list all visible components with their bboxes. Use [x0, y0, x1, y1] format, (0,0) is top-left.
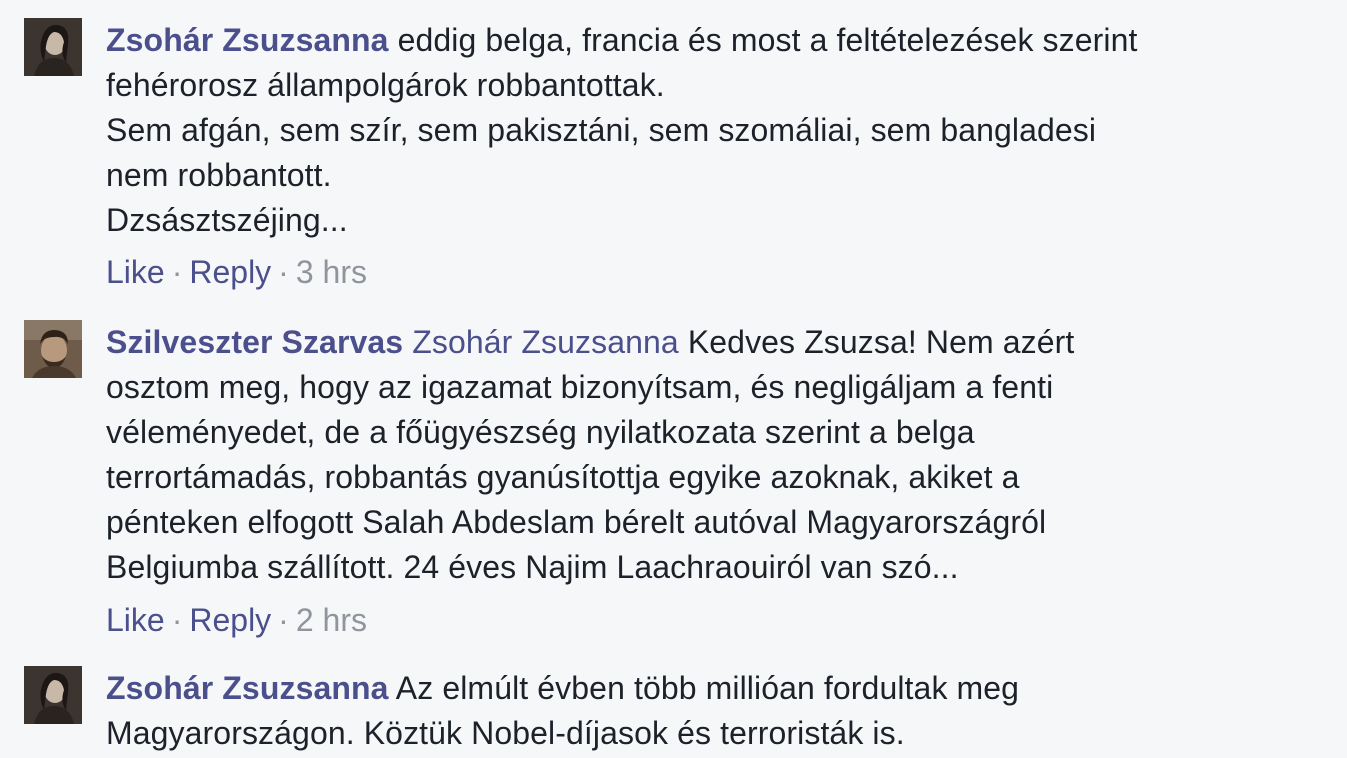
comment-text: Az elmúlt évben több millióan fordultak … — [395, 670, 1020, 706]
comment-body: Zsohár Zsuzsanna eddig belga, francia és… — [106, 18, 1226, 243]
comment-text: terrortámadás, robbantás gyanúsítottja e… — [106, 459, 1020, 495]
comment-text: Kedves Zsuzsa! Nem azért — [687, 324, 1075, 360]
reply-link[interactable]: Reply — [189, 254, 271, 290]
avatar[interactable] — [24, 320, 82, 378]
comment-text: eddig belga, francia és most a feltétele… — [397, 22, 1138, 58]
comment-author[interactable]: Zsohár Zsuzsanna — [106, 22, 389, 58]
avatar[interactable] — [24, 18, 82, 76]
comment-text: véleményedet, de a főügyészség nyilatkoz… — [106, 414, 975, 450]
separator: · — [171, 254, 183, 290]
timestamp[interactable]: 2 hrs — [296, 602, 367, 638]
comment-author[interactable]: Zsohár Zsuzsanna — [106, 670, 389, 706]
comment-text: nem robbantott. — [106, 157, 332, 193]
comment-actions: Like · Reply · 2 hrs — [106, 600, 367, 640]
comment-actions: Like · Reply · 3 hrs — [106, 252, 367, 292]
separator: · — [278, 602, 289, 638]
comment-text: osztom meg, hogy az igazamat bizonyítsam… — [106, 369, 1054, 405]
reply-link[interactable]: Reply — [189, 602, 271, 638]
comment-text: pénteken elfogott Salah Abdeslam bérelt … — [106, 504, 1047, 540]
comment-text: Sem afgán, sem szír, sem pakisztáni, sem… — [106, 112, 1097, 148]
comment-text: Belgiumba szállított. 24 éves Najim Laac… — [106, 549, 959, 585]
comment-text: Magyarországon. Köztük Nobel-díjasok és … — [106, 715, 905, 751]
comment-text: fehérorosz állampolgárok robbantottak. — [106, 67, 665, 103]
comment-body: Szilveszter Szarvas Zsohár Zsuzsanna Ked… — [106, 320, 1226, 590]
separator: · — [171, 602, 183, 638]
like-link[interactable]: Like — [106, 254, 165, 290]
avatar[interactable] — [24, 666, 82, 724]
like-link[interactable]: Like — [106, 602, 165, 638]
comment-author[interactable]: Szilveszter Szarvas — [106, 324, 403, 360]
timestamp[interactable]: 3 hrs — [296, 254, 367, 290]
comment-body: Zsohár Zsuzsanna Az elmúlt évben több mi… — [106, 666, 1226, 756]
separator: · — [278, 254, 289, 290]
comment-text: Dzsásztszéjing... — [106, 202, 348, 238]
mention-link[interactable]: Zsohár Zsuzsanna — [412, 324, 679, 360]
